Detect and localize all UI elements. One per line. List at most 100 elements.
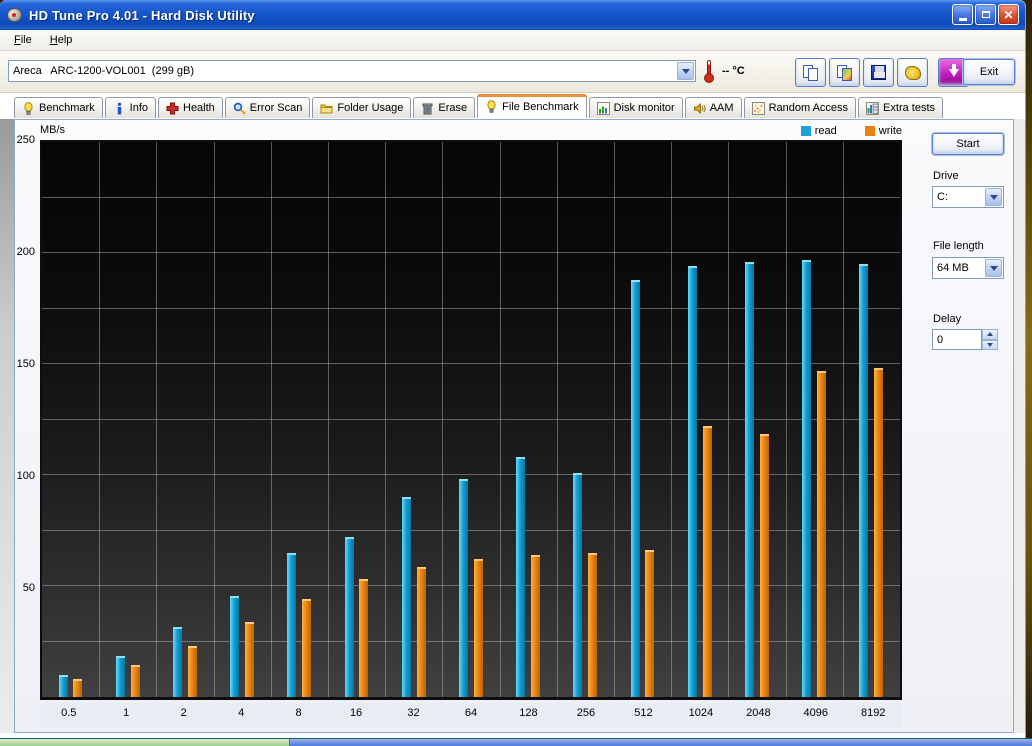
combo-dropdown-button[interactable] bbox=[677, 62, 694, 80]
legend-item-write: write bbox=[865, 125, 902, 137]
gridline-vertical bbox=[843, 142, 844, 697]
tab-label: Health bbox=[183, 102, 215, 114]
drive-select-dropdown-button[interactable] bbox=[985, 188, 1002, 206]
copy-image-button[interactable] bbox=[829, 58, 860, 87]
gridline-horizontal bbox=[42, 530, 900, 531]
tab-label: Folder Usage bbox=[337, 102, 403, 114]
bar-chart-icon bbox=[597, 102, 610, 115]
delay-decrement-button[interactable] bbox=[982, 340, 998, 351]
x-tick-label: 8192 bbox=[861, 707, 885, 719]
minimize-button[interactable] bbox=[952, 4, 973, 25]
menu-help[interactable]: Help bbox=[42, 32, 81, 49]
y-tick-label: 50 bbox=[23, 582, 35, 594]
bar-write bbox=[588, 553, 597, 697]
bar-write bbox=[417, 567, 426, 697]
donate-button[interactable] bbox=[897, 58, 928, 87]
copy-text-button[interactable] bbox=[795, 58, 826, 87]
app-window: HD Tune Pro 4.01 - Hard Disk Utility ✕ F… bbox=[0, 0, 1026, 738]
tab-extra-tests[interactable]: Extra tests bbox=[858, 97, 943, 118]
drive-selector-combobox[interactable]: Areca ARC-1200-VOL001 (299 gB) bbox=[8, 60, 696, 82]
table-chart-icon bbox=[866, 102, 879, 115]
x-tick-label: 64 bbox=[465, 707, 477, 719]
restore-icon bbox=[982, 11, 990, 18]
lightbulb-icon bbox=[485, 100, 498, 113]
start-menu-button-edge[interactable] bbox=[0, 739, 290, 746]
speaker-icon bbox=[693, 102, 706, 115]
right-gutter bbox=[1014, 119, 1026, 733]
taskbar[interactable] bbox=[0, 738, 1032, 746]
gridline-horizontal bbox=[42, 419, 900, 420]
gridline-vertical bbox=[271, 142, 272, 697]
gridline-vertical bbox=[671, 142, 672, 697]
file-length-label: File length bbox=[933, 240, 984, 252]
gridline-horizontal bbox=[42, 197, 900, 198]
start-button[interactable]: Start bbox=[932, 133, 1004, 155]
gridline-vertical bbox=[99, 142, 100, 697]
bar-read bbox=[516, 457, 525, 697]
minimize-icon bbox=[959, 18, 967, 21]
x-tick-label: 1 bbox=[123, 707, 129, 719]
tab-erase[interactable]: Erase bbox=[413, 97, 475, 118]
save-icon bbox=[871, 65, 886, 80]
tab-file-benchmark[interactable]: File Benchmark bbox=[477, 94, 586, 118]
bar-write bbox=[874, 368, 883, 697]
x-tick-label: 16 bbox=[350, 707, 362, 719]
gridline-vertical bbox=[156, 142, 157, 697]
menu-file[interactable]: File bbox=[6, 32, 40, 49]
restore-button[interactable] bbox=[975, 4, 996, 25]
tab-error-scan[interactable]: Error Scan bbox=[225, 97, 311, 118]
chevron-down-icon bbox=[990, 195, 998, 200]
save-screenshot-button[interactable] bbox=[863, 58, 894, 87]
file-length-dropdown-button[interactable] bbox=[985, 259, 1002, 277]
title-bar[interactable]: HD Tune Pro 4.01 - Hard Disk Utility ✕ bbox=[0, 0, 1025, 30]
red-cross-icon bbox=[166, 102, 179, 115]
close-icon: ✕ bbox=[1003, 9, 1013, 21]
chevron-up-icon bbox=[987, 332, 993, 336]
copy-text-icon bbox=[803, 65, 819, 81]
drive-select[interactable]: C: bbox=[932, 186, 1004, 208]
x-tick-label: 256 bbox=[577, 707, 595, 719]
gridline-horizontal bbox=[42, 363, 900, 364]
write-swatch-icon bbox=[865, 126, 875, 136]
scatter-dots-icon bbox=[752, 102, 765, 115]
chevron-down-icon bbox=[682, 69, 690, 74]
plot-area bbox=[42, 142, 900, 697]
thermometer-icon bbox=[704, 59, 714, 83]
exit-button[interactable]: Exit bbox=[963, 59, 1015, 85]
tab-disk-monitor[interactable]: Disk monitor bbox=[589, 97, 683, 118]
delay-label: Delay bbox=[933, 313, 961, 325]
tab-benchmark[interactable]: Benchmark bbox=[14, 97, 103, 118]
chart-legend: read write bbox=[40, 125, 902, 137]
gridline-vertical bbox=[214, 142, 215, 697]
delay-increment-button[interactable] bbox=[982, 329, 998, 340]
delay-input[interactable] bbox=[932, 329, 982, 350]
gridline-vertical bbox=[728, 142, 729, 697]
app-logo-icon bbox=[6, 6, 24, 24]
gridline-vertical bbox=[328, 142, 329, 697]
y-axis-labels: 25020015010050 bbox=[15, 140, 37, 700]
lightbulb-icon bbox=[22, 102, 35, 115]
legend-read-label: read bbox=[815, 125, 837, 137]
bar-read bbox=[631, 280, 640, 697]
start-label: Start bbox=[956, 138, 979, 150]
tab-info[interactable]: Info bbox=[105, 97, 156, 118]
tab-folder-usage[interactable]: Folder Usage bbox=[312, 97, 411, 118]
magnifier-icon bbox=[233, 102, 246, 115]
menu-bar: File Help bbox=[0, 30, 1025, 51]
close-button[interactable]: ✕ bbox=[998, 4, 1019, 25]
temperature-value: -- °C bbox=[722, 65, 745, 77]
bar-read bbox=[59, 675, 68, 697]
gridline-vertical bbox=[557, 142, 558, 697]
tab-health[interactable]: Health bbox=[158, 97, 223, 118]
bar-read bbox=[688, 266, 697, 697]
x-tick-label: 2048 bbox=[746, 707, 770, 719]
file-length-select-value: 64 MB bbox=[933, 262, 985, 274]
x-tick-label: 2 bbox=[181, 707, 187, 719]
x-tick-label: 32 bbox=[407, 707, 419, 719]
left-gutter bbox=[0, 119, 14, 733]
tab-aam[interactable]: AAM bbox=[685, 97, 742, 118]
file-length-select[interactable]: 64 MB bbox=[932, 257, 1004, 279]
drive-selector-value: Areca ARC-1200-VOL001 (299 gB) bbox=[9, 65, 677, 77]
tab-random-access[interactable]: Random Access bbox=[744, 97, 856, 118]
chevron-down-icon bbox=[987, 343, 993, 347]
